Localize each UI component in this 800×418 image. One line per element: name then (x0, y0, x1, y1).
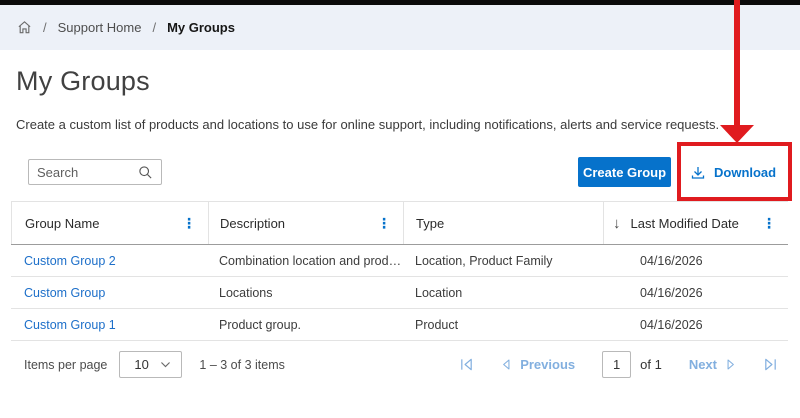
create-group-button[interactable]: Create Group (578, 157, 671, 187)
download-button[interactable]: Download (690, 160, 776, 185)
column-header-last-modified[interactable]: ↓ Last Modified Date ⋮ (603, 202, 788, 244)
column-label: Type (416, 216, 444, 231)
page-description: Create a custom list of products and loc… (16, 117, 719, 132)
search-input[interactable] (37, 165, 138, 180)
chevron-left-icon (500, 358, 513, 371)
total-pages-label: of 1 (640, 357, 662, 372)
type-cell: Location (403, 286, 603, 300)
group-name-cell: Custom Group 2 (11, 254, 208, 268)
table-header-row: Group Name ⋮ Description ⋮ Type ↓ Last M… (11, 202, 788, 245)
column-label: Last Modified Date (631, 216, 739, 231)
breadcrumb-my-groups: My Groups (167, 20, 235, 35)
column-header-group-name[interactable]: Group Name ⋮ (11, 202, 208, 244)
next-label: Next (689, 357, 717, 372)
items-per-page-label: Items per page (24, 358, 107, 372)
home-icon[interactable] (17, 20, 32, 35)
first-page-icon[interactable] (458, 357, 474, 373)
last-modified-cell: 04/16/2026 (603, 286, 788, 300)
breadcrumb: / Support Home / My Groups (0, 5, 800, 50)
table-row: Custom Group 2 Combination location and … (11, 245, 788, 277)
group-link[interactable]: Custom Group 2 (24, 254, 116, 268)
breadcrumb-separator: / (152, 20, 156, 35)
chevron-right-icon (724, 358, 737, 371)
sort-desc-icon[interactable]: ↓ (613, 215, 621, 232)
type-cell: Product (403, 318, 603, 332)
description-cell: Combination location and product ... (208, 254, 403, 268)
download-label: Download (714, 165, 776, 180)
column-label: Description (220, 216, 285, 231)
next-page-button[interactable]: Next (689, 357, 737, 372)
group-name-cell: Custom Group 1 (11, 318, 208, 332)
breadcrumb-support-home[interactable]: Support Home (58, 20, 142, 35)
last-page-icon[interactable] (762, 357, 778, 373)
type-cell: Location, Product Family (403, 254, 603, 268)
description-cell: Product group. (208, 318, 403, 332)
last-modified-cell: 04/16/2026 (603, 254, 788, 268)
annotation-arrow-head (720, 125, 754, 143)
pagination-controls: Previous of 1 Next (458, 351, 778, 378)
chevron-down-icon (159, 358, 172, 371)
items-per-page-value: 10 (134, 357, 148, 372)
search-icon[interactable] (138, 165, 153, 180)
my-groups-page: / Support Home / My Groups My Groups Cre… (0, 0, 800, 418)
page-title: My Groups (16, 66, 150, 97)
group-link[interactable]: Custom Group (24, 286, 105, 300)
column-menu-icon[interactable]: ⋮ (762, 216, 776, 230)
download-icon (690, 165, 706, 181)
column-menu-icon[interactable]: ⋮ (377, 216, 391, 230)
breadcrumb-separator: / (43, 20, 47, 35)
column-menu-icon[interactable]: ⋮ (182, 216, 196, 230)
description-cell: Locations (208, 286, 403, 300)
groups-table: Group Name ⋮ Description ⋮ Type ↓ Last M… (11, 201, 788, 388)
group-link[interactable]: Custom Group 1 (24, 318, 116, 332)
column-header-description[interactable]: Description ⋮ (208, 202, 403, 244)
items-range-text: 1 – 3 of 3 items (199, 358, 284, 372)
group-name-cell: Custom Group (11, 286, 208, 300)
last-modified-cell: 04/16/2026 (603, 318, 788, 332)
current-page-input[interactable] (602, 351, 631, 378)
previous-page-button[interactable]: Previous (500, 357, 575, 372)
table-row: Custom Group 1 Product group. Product 04… (11, 309, 788, 341)
table-footer: Items per page 10 1 – 3 of 3 items (11, 341, 788, 388)
items-per-page-select[interactable]: 10 (119, 351, 182, 378)
column-header-type[interactable]: Type (403, 202, 603, 244)
column-label: Group Name (25, 216, 99, 231)
previous-label: Previous (520, 357, 575, 372)
table-row: Custom Group Locations Location 04/16/20… (11, 277, 788, 309)
search-box[interactable] (28, 159, 162, 185)
